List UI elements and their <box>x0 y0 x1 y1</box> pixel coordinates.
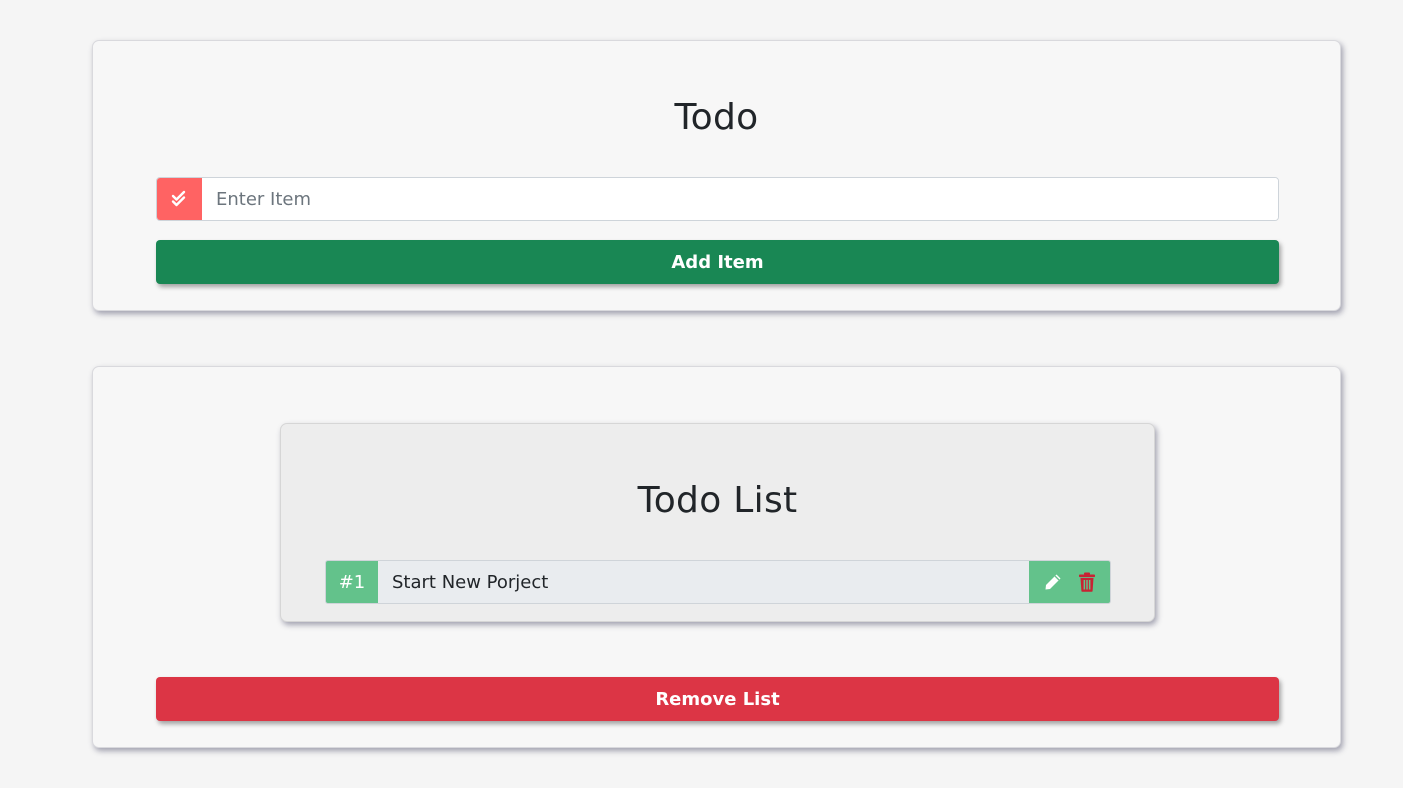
todo-list-panel: Todo List #1 Start New Porject <box>280 423 1155 622</box>
todo-list-card: Todo List #1 Start New Porject Remove Li… <box>92 366 1341 748</box>
double-check-icon <box>157 178 202 220</box>
remove-list-button[interactable]: Remove List <box>156 677 1279 721</box>
item-number-badge: #1 <box>326 561 378 603</box>
pencil-icon[interactable] <box>1043 572 1063 592</box>
todo-list-title: Todo List <box>637 480 798 521</box>
page-title: Todo <box>674 97 759 138</box>
item-actions <box>1029 561 1110 603</box>
todo-list-item: #1 Start New Porject <box>325 560 1111 604</box>
item-text: Start New Porject <box>392 571 549 593</box>
item-input-group <box>156 177 1279 221</box>
add-item-card: Todo Add Item <box>92 40 1341 311</box>
trash-icon[interactable] <box>1078 572 1096 592</box>
add-item-button[interactable]: Add Item <box>156 240 1279 284</box>
item-input[interactable] <box>202 178 1278 220</box>
